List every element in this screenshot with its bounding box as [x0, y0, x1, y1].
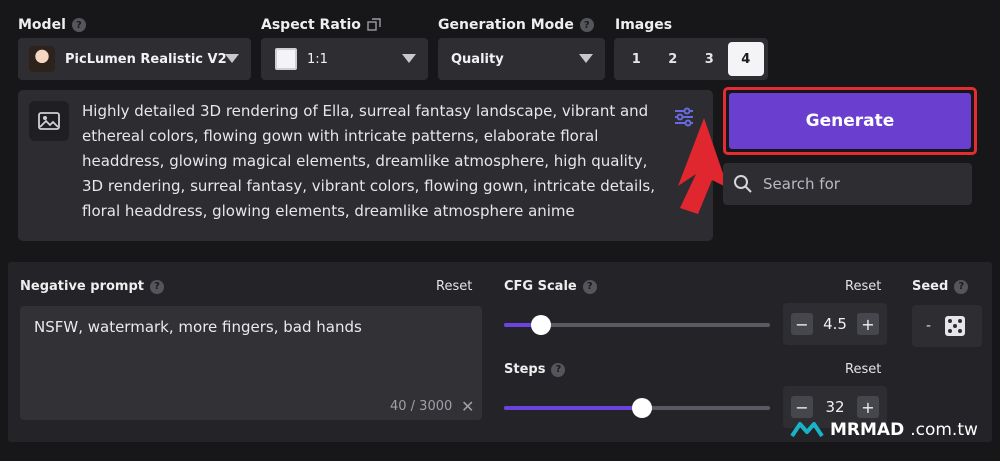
cfg-scale-value[interactable]: 4.5 — [823, 315, 847, 333]
negative-prompt-text: NSFW, watermark, more fingers, bad hands — [34, 318, 362, 336]
watermark-domain: .com.tw — [910, 420, 978, 440]
model-select[interactable]: PicLumen Realistic V2 — [18, 38, 251, 80]
images-label: Images — [615, 17, 673, 33]
watermark: MRMAD .com.tw — [790, 420, 978, 440]
negative-prompt-label: Negative prompt? — [20, 279, 164, 294]
image-upload-icon[interactable] — [29, 101, 69, 141]
steps-label: Steps? — [504, 362, 566, 377]
generate-button[interactable]: Generate — [729, 93, 971, 149]
aspect-ratio-label: Aspect Ratio — [261, 17, 381, 33]
steps-fill — [504, 406, 642, 410]
seed-value: - — [926, 318, 932, 334]
images-option-1[interactable]: 1 — [618, 42, 655, 76]
cfg-scale-stepper: − 4.5 + — [783, 303, 887, 345]
images-count-selector: 1 2 3 4 — [614, 38, 768, 80]
dice-icon[interactable] — [945, 316, 966, 336]
help-icon[interactable]: ? — [71, 18, 86, 32]
cfg-scale-label: CFG Scale? — [504, 279, 597, 294]
prompt-input[interactable]: Highly detailed 3D rendering of Ella, su… — [18, 90, 713, 241]
steps-slider[interactable] — [504, 398, 770, 418]
images-option-2[interactable]: 2 — [655, 42, 692, 76]
model-value: PicLumen Realistic V2 — [65, 51, 227, 67]
model-avatar — [29, 46, 55, 72]
help-icon[interactable]: ? — [954, 279, 969, 294]
chevron-down-icon — [579, 54, 593, 63]
generation-mode-value: Quality — [451, 51, 504, 67]
cfg-scale-slider[interactable] — [504, 315, 770, 335]
steps-decrement-button[interactable]: − — [791, 396, 813, 418]
help-icon[interactable]: ? — [579, 18, 594, 32]
aspect-ratio-value: 1:1 — [307, 51, 328, 67]
watermark-brand: MRMAD — [830, 420, 905, 440]
images-option-3[interactable]: 3 — [691, 42, 728, 76]
chevron-down-icon — [225, 54, 239, 63]
aspect-ratio-select[interactable]: 1:1 — [261, 38, 428, 80]
help-icon[interactable]: ? — [582, 279, 597, 294]
seed-input[interactable]: - — [912, 305, 982, 347]
seed-label: Seed? — [912, 279, 969, 294]
char-counter: 40 / 3000 — [390, 399, 453, 414]
help-icon[interactable]: ? — [149, 279, 164, 294]
help-icon[interactable]: ? — [551, 362, 566, 377]
search-placeholder: Search for — [763, 175, 840, 193]
clear-icon[interactable]: ✕ — [461, 397, 474, 416]
images-option-4[interactable]: 4 — [727, 42, 764, 76]
chevron-down-icon — [402, 54, 416, 63]
prompt-text: Highly detailed 3D rendering of Ella, su… — [82, 102, 655, 220]
cfg-scale-thumb[interactable] — [531, 315, 551, 335]
negative-prompt-input[interactable]: NSFW, watermark, more fingers, bad hands… — [20, 306, 482, 420]
steps-increment-button[interactable]: + — [857, 396, 879, 418]
cfg-decrement-button[interactable]: − — [791, 313, 813, 335]
steps-value[interactable]: 32 — [825, 398, 844, 416]
steps-reset[interactable]: Reset — [845, 362, 881, 377]
generation-mode-select[interactable]: Quality — [438, 38, 605, 80]
mrmad-logo-icon — [790, 422, 824, 438]
generation-mode-label: Generation Mode? — [438, 17, 594, 33]
model-label: Model? — [18, 17, 86, 33]
swap-icon[interactable] — [367, 18, 381, 32]
cfg-scale-reset[interactable]: Reset — [845, 279, 881, 294]
search-input[interactable]: Search for — [723, 163, 972, 205]
steps-thumb[interactable] — [632, 398, 652, 418]
search-icon — [734, 175, 752, 193]
cfg-increment-button[interactable]: + — [856, 313, 879, 335]
negative-prompt-reset[interactable]: Reset — [436, 279, 472, 294]
square-ratio-icon — [275, 48, 297, 70]
